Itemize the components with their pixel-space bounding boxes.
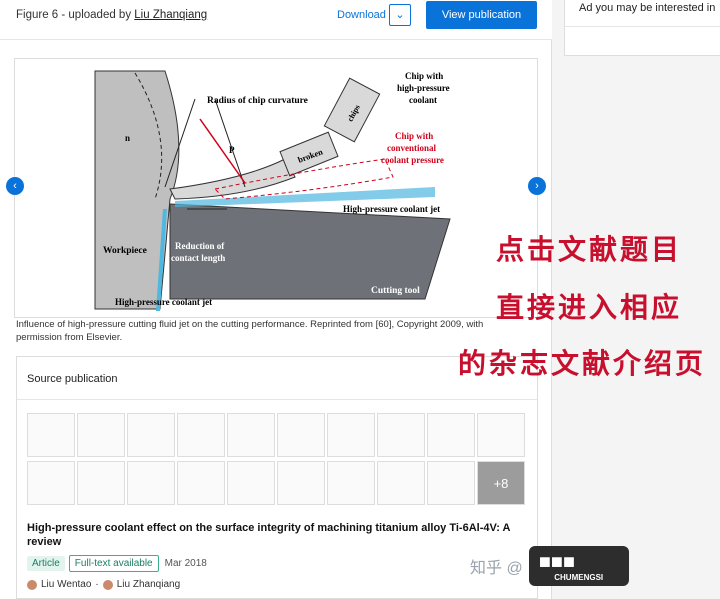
thumbnail[interactable] <box>227 413 275 457</box>
thumbnail[interactable] <box>377 461 425 505</box>
article-badge: Article <box>27 556 65 571</box>
label-chip-hp-3: coolant <box>409 95 437 105</box>
figure-label: Figure 6 - uploaded by <box>16 9 132 21</box>
thumbnail[interactable] <box>77 461 125 505</box>
label-chip-conv-3: coolant pressure <box>381 155 444 165</box>
ad-heading: Ad you may be interested in <box>579 2 716 14</box>
publication-title-link[interactable]: High-pressure coolant effect on the surf… <box>27 521 527 549</box>
cutting-diagram: Radius of chip curvature Chip with high-… <box>94 70 451 311</box>
label-p: P <box>229 145 235 155</box>
more-thumbnails-button[interactable]: +8 <box>477 461 525 505</box>
label-cutting-tool: Cutting tool <box>371 286 420 296</box>
chevron-right-icon: › <box>535 180 539 192</box>
label-reduction-2: contact length <box>171 253 225 263</box>
thumbnail[interactable] <box>177 413 225 457</box>
download-dropdown-button[interactable]: ⌄ <box>389 4 411 26</box>
label-chip-conv-1: Chip with <box>395 131 433 141</box>
thumbnail[interactable] <box>77 413 125 457</box>
figure-caption: Influence of high-pressure cutting fluid… <box>16 319 484 343</box>
fulltext-badge: Full-text available <box>68 555 159 572</box>
figure-header: Figure 6 - uploaded by Liu Zhanqiang Dow… <box>0 0 552 40</box>
thumbnail[interactable] <box>327 413 375 457</box>
thumbnail[interactable] <box>377 413 425 457</box>
thumbnail[interactable] <box>427 413 475 457</box>
separator-dot: · <box>95 579 99 590</box>
source-heading: Source publication <box>27 373 118 385</box>
label-radius: Radius of chip curvature <box>207 96 308 106</box>
cutting-tool-shape <box>169 203 451 300</box>
thumbnail[interactable] <box>277 461 325 505</box>
uploader-link[interactable]: Liu Zhanqiang <box>134 9 207 21</box>
thumbnail[interactable] <box>477 413 525 457</box>
label-chip-hp-2: high-pressure <box>397 83 450 93</box>
chevron-down-icon: ⌄ <box>395 9 405 21</box>
label-workpiece: Workpiece <box>103 246 147 256</box>
thumbnail[interactable] <box>277 413 325 457</box>
label-hp-jet-bottom: High-pressure coolant jet <box>115 297 212 307</box>
avatar <box>27 579 37 590</box>
zhihu-watermark: 知乎 @ <box>470 560 523 577</box>
figure-panel: Figure 6 - uploaded by Liu Zhanqiang Dow… <box>0 0 552 599</box>
thumbnail[interactable] <box>27 461 75 505</box>
overlay-annotation-line-2: 直接进入相应 <box>496 291 683 324</box>
author-link[interactable]: Liu Wentao <box>41 579 91 590</box>
sidebar-ad-card: Ad you may be interested in <box>564 0 720 56</box>
figure-thumbnails: +8 <box>27 413 527 509</box>
thumbnail[interactable] <box>427 461 475 505</box>
download-button[interactable]: Download <box>337 9 386 21</box>
label-chip-hp-1: Chip with <box>405 71 443 81</box>
next-figure-button[interactable]: › <box>528 177 546 195</box>
publication-date: Mar 2018 <box>164 558 207 569</box>
watermark: 知乎 @ ■■■ CHUMENGSI <box>470 546 629 586</box>
overlay-annotation-line-3: 的杂志文献介绍页 <box>458 347 707 380</box>
thumbnail[interactable] <box>27 413 75 457</box>
author-link[interactable]: Liu Zhanqiang <box>117 579 180 590</box>
thumbnail[interactable] <box>127 413 175 457</box>
chevron-left-icon: ‹ <box>13 180 17 192</box>
publication-badges: Article Full-text available Mar 2018 <box>27 555 207 572</box>
figure-image[interactable]: Radius of chip curvature Chip with high-… <box>14 58 538 318</box>
chumengsi-logo: ■■■ CHUMENGSI <box>528 546 629 586</box>
label-reduction-1: Reduction of <box>175 241 225 251</box>
previous-figure-button[interactable]: ‹ <box>6 177 24 195</box>
divider <box>565 26 720 27</box>
logo-mark-icon: ■■■ <box>538 551 575 573</box>
thumbnail[interactable] <box>327 461 375 505</box>
divider <box>17 399 537 400</box>
thumbnail[interactable] <box>127 461 175 505</box>
thumbnail-row: +8 <box>27 461 527 505</box>
figure-title: Figure 6 - uploaded by Liu Zhanqiang <box>16 9 207 21</box>
source-publication-card: Source publication +8 High-pressure cool… <box>16 356 538 599</box>
label-chip-conv-2: conventional <box>387 143 437 153</box>
thumbnail[interactable] <box>227 461 275 505</box>
view-publication-button[interactable]: View publication <box>426 1 537 29</box>
avatar <box>102 579 113 590</box>
label-n: n <box>125 133 130 143</box>
author-list: Liu Wentao · Liu Zhanqiang <box>27 579 180 590</box>
logo-text: CHUMENGSI <box>554 573 604 582</box>
workpiece-shape <box>94 70 180 310</box>
page: Figure 6 - uploaded by Liu Zhanqiang Dow… <box>0 0 720 599</box>
thumbnail[interactable] <box>177 461 225 505</box>
label-hp-jet-right: High-pressure coolant jet <box>343 204 440 214</box>
thumbnail-row <box>27 413 527 457</box>
overlay-annotation-line-1: 点击文献题目 <box>496 233 683 266</box>
